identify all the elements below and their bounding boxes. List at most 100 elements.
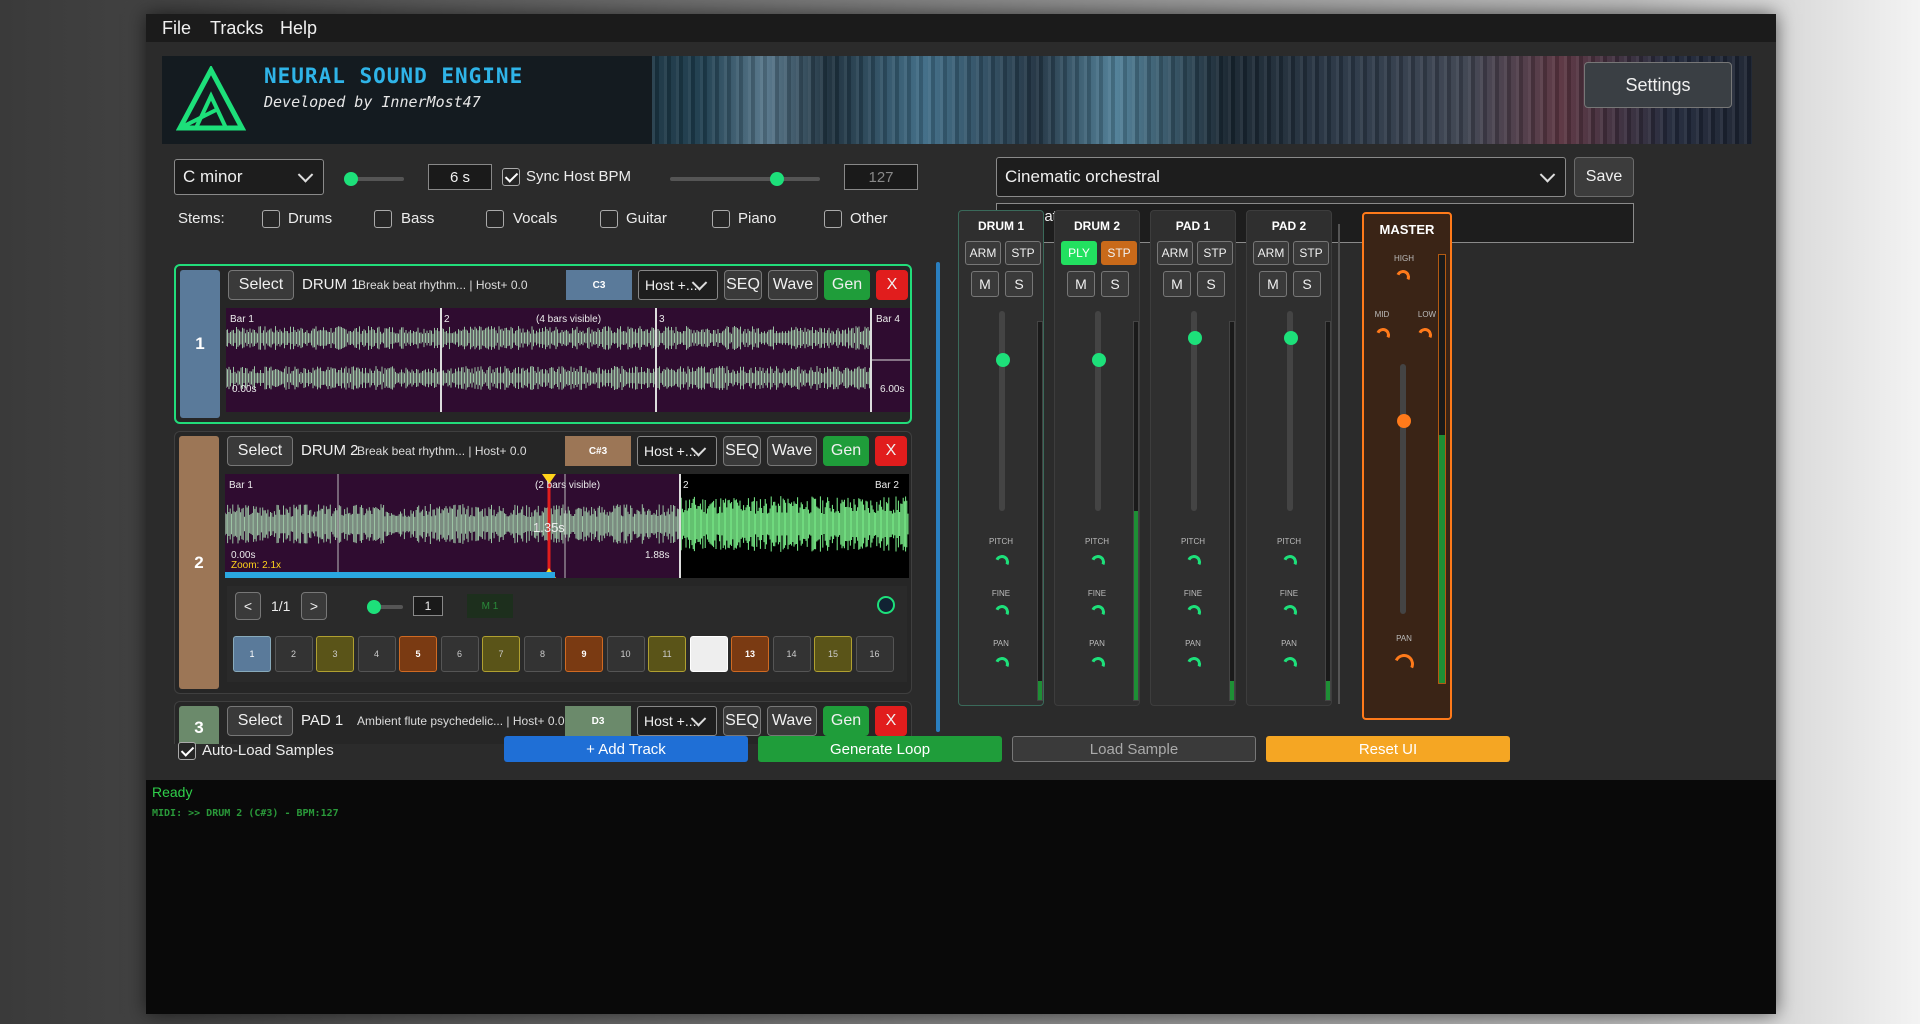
track-select-button[interactable]: Select bbox=[227, 706, 293, 736]
step-button[interactable]: 6 bbox=[440, 636, 479, 672]
step-button[interactable]: 10 bbox=[606, 636, 645, 672]
waveform-view[interactable]: Bar 1 (2 bars visible) 2 Bar 2 0.00s Zoo… bbox=[225, 474, 909, 578]
master-fader-knob[interactable] bbox=[1397, 414, 1411, 428]
seq-button[interactable]: SEQ bbox=[723, 436, 761, 466]
arm-button[interactable]: PLY bbox=[1061, 241, 1097, 265]
host-select[interactable]: Host +... bbox=[637, 436, 717, 466]
mute-button[interactable]: M bbox=[1259, 271, 1287, 297]
fine-knob[interactable] bbox=[1281, 603, 1299, 621]
wave-button[interactable]: Wave bbox=[767, 706, 817, 736]
delete-track-button[interactable]: X bbox=[875, 706, 907, 736]
bpm-field[interactable]: 127 bbox=[844, 164, 918, 190]
stop-button[interactable]: STP bbox=[1101, 241, 1137, 265]
stem-vocals-checkbox[interactable] bbox=[486, 210, 504, 228]
track-select-button[interactable]: Select bbox=[227, 436, 293, 466]
note-badge[interactable]: C3 bbox=[566, 270, 632, 300]
duration-slider[interactable] bbox=[344, 172, 404, 186]
stem-guitar-checkbox[interactable] bbox=[600, 210, 618, 228]
step-button[interactable]: 7 bbox=[482, 636, 520, 672]
pan-knob[interactable] bbox=[1089, 655, 1107, 673]
solo-button[interactable]: S bbox=[1197, 271, 1225, 297]
low-eq-knob[interactable] bbox=[1416, 326, 1434, 344]
solo-button[interactable]: S bbox=[1293, 271, 1321, 297]
pan-knob[interactable] bbox=[1281, 655, 1299, 673]
save-button[interactable]: Save bbox=[1574, 157, 1634, 197]
delete-track-button[interactable]: X bbox=[876, 270, 908, 300]
stop-button[interactable]: STP bbox=[1197, 241, 1233, 265]
generate-loop-button[interactable]: Generate Loop bbox=[758, 736, 1002, 762]
seq-prev-button[interactable]: < bbox=[235, 592, 261, 620]
mute-button[interactable]: M bbox=[1163, 271, 1191, 297]
step-button[interactable]: 1 bbox=[233, 636, 271, 672]
gen-button[interactable]: Gen bbox=[823, 706, 869, 736]
seq-next-button[interactable]: > bbox=[301, 592, 327, 620]
duration-field[interactable]: 6 s bbox=[428, 164, 492, 190]
settings-button[interactable]: Settings bbox=[1584, 62, 1732, 108]
volume-fader[interactable] bbox=[999, 311, 1005, 511]
master-fader[interactable] bbox=[1400, 364, 1406, 614]
solo-button[interactable]: S bbox=[1101, 271, 1129, 297]
fader-knob[interactable] bbox=[1284, 331, 1298, 345]
stem-piano-checkbox[interactable] bbox=[712, 210, 730, 228]
stop-button[interactable]: STP bbox=[1005, 241, 1041, 265]
note-badge[interactable]: C#3 bbox=[565, 436, 631, 466]
mid-eq-knob[interactable] bbox=[1374, 326, 1392, 344]
reset-ui-button[interactable]: Reset UI bbox=[1266, 736, 1510, 762]
step-button[interactable]: 11 bbox=[648, 636, 686, 672]
step-button[interactable]: 12 bbox=[689, 636, 728, 672]
seq-button[interactable]: SEQ bbox=[724, 270, 762, 300]
master-pan-knob[interactable] bbox=[1391, 651, 1417, 677]
wave-button[interactable]: Wave bbox=[768, 270, 818, 300]
load-sample-button[interactable]: Load Sample bbox=[1012, 736, 1256, 762]
stem-other-checkbox[interactable] bbox=[824, 210, 842, 228]
gen-button[interactable]: Gen bbox=[823, 436, 869, 466]
style-select[interactable]: Cinematic orchestral bbox=[996, 157, 1566, 197]
fine-knob[interactable] bbox=[993, 603, 1011, 621]
step-button[interactable]: 13 bbox=[731, 636, 769, 672]
high-eq-knob[interactable] bbox=[1394, 268, 1412, 286]
mute-button[interactable]: M bbox=[971, 271, 999, 297]
step-button[interactable]: 4 bbox=[357, 636, 396, 672]
pitch-knob[interactable] bbox=[993, 553, 1011, 571]
mute-button[interactable]: M bbox=[1067, 271, 1095, 297]
pan-knob[interactable] bbox=[993, 655, 1011, 673]
stem-drums-checkbox[interactable] bbox=[262, 210, 280, 228]
host-select[interactable]: Host +... bbox=[638, 270, 718, 300]
step-button[interactable]: 8 bbox=[523, 636, 562, 672]
seq-slider[interactable] bbox=[367, 600, 403, 614]
step-button[interactable]: 14 bbox=[772, 636, 811, 672]
fader-knob[interactable] bbox=[1092, 353, 1106, 367]
menu-tracks[interactable]: Tracks bbox=[210, 18, 263, 39]
slider-knob[interactable] bbox=[344, 172, 358, 186]
track-1[interactable]: 1 Select DRUM 1 Break beat rhythm... | H… bbox=[174, 264, 912, 424]
stem-bass-checkbox[interactable] bbox=[374, 210, 392, 228]
gen-button[interactable]: Gen bbox=[824, 270, 870, 300]
seq-value-field[interactable]: 1 bbox=[413, 596, 443, 616]
host-select[interactable]: Host +... bbox=[637, 706, 717, 736]
solo-button[interactable]: S bbox=[1005, 271, 1033, 297]
step-button[interactable]: 15 bbox=[814, 636, 852, 672]
step-button[interactable]: 16 bbox=[855, 636, 894, 672]
key-select[interactable]: C minor bbox=[174, 159, 324, 195]
step-button[interactable]: 9 bbox=[565, 636, 603, 672]
fine-knob[interactable] bbox=[1185, 603, 1203, 621]
slider-knob[interactable] bbox=[367, 600, 381, 614]
delete-track-button[interactable]: X bbox=[875, 436, 907, 466]
pitch-knob[interactable] bbox=[1185, 553, 1203, 571]
step-button[interactable]: 2 bbox=[274, 636, 313, 672]
auto-load-checkbox[interactable] bbox=[178, 742, 196, 760]
arm-button[interactable]: ARM bbox=[1157, 241, 1193, 265]
add-track-button[interactable]: + Add Track bbox=[504, 736, 748, 762]
wave-button[interactable]: Wave bbox=[767, 436, 817, 466]
step-button[interactable]: 3 bbox=[316, 636, 354, 672]
pitch-knob[interactable] bbox=[1281, 553, 1299, 571]
fader-knob[interactable] bbox=[996, 353, 1010, 367]
pan-knob[interactable] bbox=[1185, 655, 1203, 673]
arm-button[interactable]: ARM bbox=[1253, 241, 1289, 265]
fine-knob[interactable] bbox=[1089, 603, 1107, 621]
track-list-scrollbar[interactable] bbox=[936, 262, 940, 732]
sync-host-checkbox[interactable] bbox=[502, 168, 520, 186]
stop-button[interactable]: STP bbox=[1293, 241, 1329, 265]
fader-knob[interactable] bbox=[1188, 331, 1202, 345]
menu-file[interactable]: File bbox=[162, 18, 191, 39]
